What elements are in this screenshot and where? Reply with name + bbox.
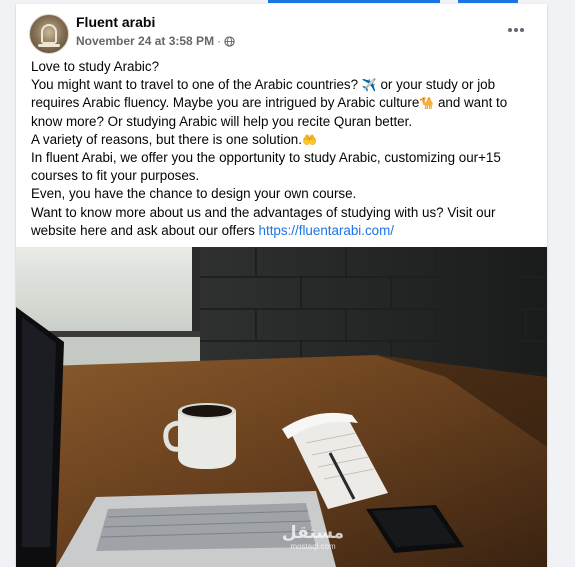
post-line: A variety of reasons, but there is one s…: [31, 131, 317, 147]
more-options-icon: [507, 28, 512, 32]
meta-separator: ·: [217, 34, 222, 48]
avatar-emblem-icon: [41, 24, 57, 44]
post-line: In fluent Arabi, we offer you the opport…: [31, 150, 501, 166]
post-timestamp-link[interactable]: November 24 at 3:58 PM: [76, 34, 214, 48]
globe-icon[interactable]: [224, 35, 235, 47]
post-meta: November 24 at 3:58 PM ·: [76, 34, 235, 48]
post-line: Even, you have the chance to design your…: [31, 186, 357, 202]
more-options-icon: [520, 28, 525, 32]
watermark-latin: mostaql.com: [290, 542, 336, 551]
post-line: requires Arabic fluency. Maybe you are i…: [31, 95, 508, 111]
image-watermark: مستقل mostaql.com: [278, 523, 348, 552]
camel-emoji-icon: 🐪: [419, 96, 435, 111]
top-highlight-strip: [0, 0, 575, 3]
post-line: You might want to travel to one of the A…: [31, 77, 496, 93]
palms-up-emoji-icon: 🤲: [301, 132, 317, 147]
top-strip-segment: [458, 0, 518, 3]
airplane-emoji-icon: ✈️: [361, 78, 377, 93]
post-body: Love to study Arabic? You might want to …: [31, 58, 536, 240]
top-strip-segment: [268, 0, 440, 3]
post-card: Fluent arabi November 24 at 3:58 PM · Lo…: [16, 4, 547, 567]
post-header: Fluent arabi November 24 at 3:58 PM ·: [16, 4, 547, 56]
website-link[interactable]: https://fluentarabi.com/: [259, 223, 394, 238]
post-line: Want to know more about us and the advan…: [31, 204, 496, 220]
post-line: Love to study Arabic?: [31, 59, 160, 74]
post-line: courses to fit your purposes.: [31, 168, 200, 184]
desk-photo: [16, 247, 547, 567]
post-line: website here and ask about our offers ht…: [31, 222, 395, 238]
avatar-emblem-base: [38, 44, 60, 47]
more-options-button[interactable]: [502, 18, 530, 42]
page-avatar[interactable]: [29, 14, 69, 54]
watermark-arabic: مستقل: [281, 523, 345, 542]
page-name-link[interactable]: Fluent arabi: [76, 14, 155, 30]
post-line: know more? Or studying Arabic will help …: [31, 113, 413, 129]
more-options-icon: [514, 28, 518, 32]
post-image[interactable]: مستقل mostaql.com: [16, 247, 547, 567]
